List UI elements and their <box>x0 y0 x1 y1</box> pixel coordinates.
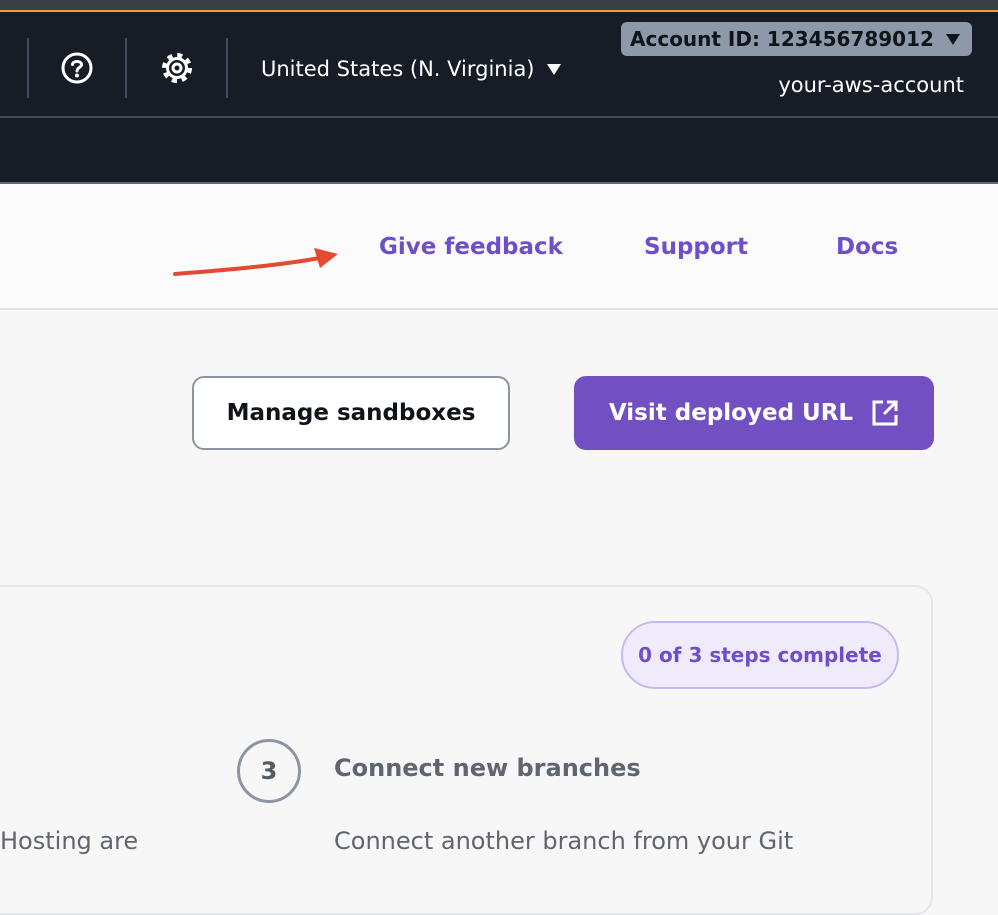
manage-sandboxes-button[interactable]: Manage sandboxes <box>192 376 510 450</box>
top-accent-bar <box>0 0 998 10</box>
annotation-arrow-icon <box>173 248 338 276</box>
account-id-label: Account ID: 123456789012 <box>630 27 934 51</box>
gear-icon[interactable] <box>159 50 195 86</box>
visit-deployed-url-label: Visit deployed URL <box>608 400 854 426</box>
account-id-menu[interactable]: Account ID: 123456789012 <box>621 22 972 56</box>
help-circle-icon[interactable] <box>59 50 95 86</box>
step-title: Connect new branches <box>334 754 641 782</box>
caret-down-icon <box>945 33 960 45</box>
step-description: Connect another branch from your Git <box>334 827 794 855</box>
support-link[interactable]: Support <box>644 232 748 262</box>
account-name: your-aws-account <box>778 73 964 97</box>
steps-progress-badge: 0 of 3 steps complete <box>621 621 899 689</box>
header-links-bar: Give feedback Support Docs <box>0 184 998 310</box>
give-feedback-link[interactable]: Give feedback <box>379 232 563 262</box>
nav-separator <box>125 38 127 98</box>
top-navigation: United States (N. Virginia) Account ID: … <box>0 0 998 184</box>
step-number-circle: 3 <box>237 739 301 803</box>
top-accent-line <box>0 10 998 12</box>
docs-link[interactable]: Docs <box>836 232 898 262</box>
caret-down-icon <box>546 63 561 75</box>
region-label: United States (N. Virginia) <box>261 57 535 81</box>
external-link-icon <box>872 400 898 426</box>
manage-sandboxes-label: Manage sandboxes <box>226 400 476 426</box>
nav-row-divider <box>0 116 998 118</box>
nav-separator <box>27 38 29 98</box>
region-selector[interactable]: United States (N. Virginia) <box>261 54 561 84</box>
visit-deployed-url-button[interactable]: Visit deployed URL <box>574 376 934 450</box>
nav-separator <box>226 38 228 98</box>
previous-step-description: Hosting are <box>0 827 139 855</box>
